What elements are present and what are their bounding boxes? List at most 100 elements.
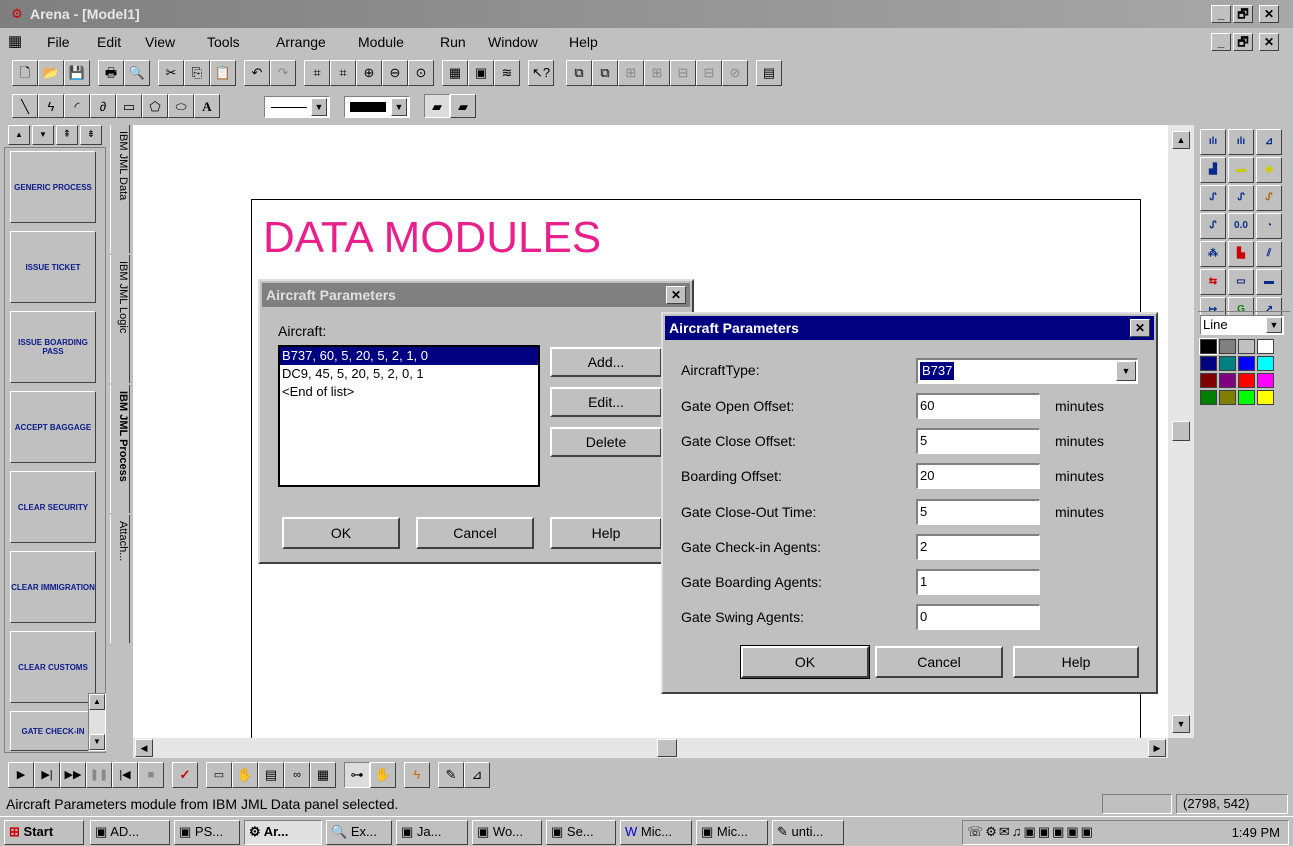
storage-icon[interactable]: ⁂ <box>1200 241 1226 267</box>
taskbar-item[interactable]: 🔍 Ex... <box>326 820 392 845</box>
color-swatch-yellow[interactable] <box>1257 390 1274 405</box>
menu-arrange[interactable]: Arrange <box>276 34 326 50</box>
list-item-selected[interactable]: B737, 60, 5, 20, 5, 2, 1, 0 <box>280 347 538 365</box>
bezier-tool-icon[interactable]: ∂ <box>90 94 116 118</box>
menu-module[interactable]: Module <box>358 34 404 50</box>
ungroup-icon[interactable]: ⊞ <box>644 60 670 86</box>
send-back-icon[interactable]: ⧉ <box>592 60 618 86</box>
chevron-down-icon[interactable]: ▼ <box>391 98 407 116</box>
ellipse-tool-icon[interactable]: ⬭ <box>168 94 194 118</box>
taskbar-item[interactable]: ▣ Se... <box>546 820 616 845</box>
gate-swing-agents-field[interactable]: 0 <box>916 604 1040 630</box>
watch-icon[interactable]: ▤ <box>258 762 284 788</box>
doc-minimize-button[interactable]: _ <box>1211 33 1231 51</box>
taskbar-item[interactable]: ▣ Wo... <box>472 820 542 845</box>
module-clear-customs[interactable]: CLEAR CUSTOMS <box>10 631 96 703</box>
taskbar-item[interactable]: ▣ Mic... <box>696 820 768 845</box>
minimize-button[interactable]: _ <box>1211 5 1231 23</box>
zoom-area-icon[interactable]: ⌗ <box>330 60 356 86</box>
module-clear-immigration[interactable]: CLEAR IMMIGRATION <box>10 551 96 623</box>
color-swatch-green[interactable] <box>1200 390 1217 405</box>
menu-file[interactable]: File <box>47 34 70 50</box>
check-model-icon[interactable]: ✓ <box>172 762 198 788</box>
line-color-select[interactable]: ▼ <box>344 96 410 118</box>
plot-icon[interactable]: ⊿ <box>1256 129 1282 155</box>
taskbar-item-active[interactable]: ⚙ Ar... <box>244 820 322 845</box>
color-swatch-gray[interactable] <box>1219 339 1236 354</box>
boarding-offset-field[interactable]: 20 <box>916 463 1040 489</box>
color-swatch-olive[interactable] <box>1219 390 1236 405</box>
module-generic-process[interactable]: GENERIC PROCESS <box>10 151 96 223</box>
debug-bar-icon[interactable]: ▦ <box>310 762 336 788</box>
route-icon[interactable]: ⇆ <box>1200 269 1226 295</box>
add-button[interactable]: Add... <box>550 347 662 377</box>
color-swatch-silver[interactable] <box>1238 339 1255 354</box>
layers-icon[interactable]: ≋ <box>494 60 520 86</box>
open-icon[interactable]: 📂 <box>38 60 64 86</box>
panel-scroll-down-button[interactable]: ▼ <box>32 125 54 145</box>
aircraft-listbox[interactable]: B737, 60, 5, 20, 5, 2, 1, 0 DC9, 45, 5, … <box>278 345 540 487</box>
polyline-tool-icon[interactable]: ϟ <box>38 94 64 118</box>
color-swatch-black[interactable] <box>1199 338 1218 355</box>
color-swatch-magenta[interactable] <box>1257 373 1274 388</box>
break-icon[interactable]: ✋ <box>232 762 258 788</box>
close-icon[interactable]: ✕ <box>1130 319 1150 337</box>
context-help-icon[interactable]: ↖? <box>528 60 554 86</box>
chevron-down-icon[interactable]: ▼ <box>1266 317 1282 333</box>
zoom-out-icon[interactable]: ⊖ <box>382 60 408 86</box>
start-over-icon[interactable]: |◀ <box>112 762 138 788</box>
scroll-left-icon[interactable]: ◀ <box>135 739 153 757</box>
maximize-button[interactable]: 🗗 <box>1233 5 1253 23</box>
chevron-down-icon[interactable]: ▼ <box>1116 361 1136 381</box>
gate-close-out-time-field[interactable]: 5 <box>916 499 1040 525</box>
bar-chart-icon[interactable]: ılı <box>1228 129 1254 155</box>
text-tool-icon[interactable]: A <box>194 94 220 118</box>
chevron-down-icon[interactable]: ▼ <box>311 98 327 116</box>
undo-icon[interactable]: ↶ <box>244 60 270 86</box>
polygon-tool-icon[interactable]: ⬠ <box>142 94 168 118</box>
fast-forward-icon[interactable]: ▶▶ <box>60 762 86 788</box>
go-icon[interactable]: ▶ <box>8 762 34 788</box>
color-swatch-purple[interactable] <box>1219 373 1236 388</box>
module-accept-baggage[interactable]: ACCEPT BAGGAGE <box>10 391 96 463</box>
grid-icon[interactable]: ▦ <box>442 60 468 86</box>
cancel-button[interactable]: Cancel <box>416 517 534 549</box>
module-issue-boarding-pass[interactable]: ISSUE BOARDING PASS <box>10 311 96 383</box>
color-swatch-blue[interactable] <box>1238 356 1255 371</box>
variable-icon[interactable]: 0.0 <box>1228 213 1254 239</box>
redo-icon[interactable]: ↷ <box>270 60 296 86</box>
reports-icon[interactable]: ⊿ <box>464 762 490 788</box>
flip-icon[interactable]: ⊟ <box>670 60 696 86</box>
tray-icons[interactable]: ☏⚙✉♫▣▣▣▣▣ <box>967 824 1095 839</box>
menu-help[interactable]: Help <box>569 34 598 50</box>
copy-icon[interactable]: ⎘ <box>184 60 210 86</box>
zoom-in-icon[interactable]: ⊕ <box>356 60 382 86</box>
color-swatch-cyan[interactable] <box>1257 356 1274 371</box>
panel-scroll-up-button[interactable]: ▲ <box>8 125 30 145</box>
histogram-icon[interactable]: ılı <box>1200 129 1226 155</box>
station-r-icon[interactable]: ᔑ <box>1200 185 1226 211</box>
color-swatch-white[interactable] <box>1257 339 1274 354</box>
taskbar-item[interactable]: W Mic... <box>620 820 692 845</box>
scroll-right-icon[interactable]: ▶ <box>1148 739 1166 757</box>
ok-button[interactable]: OK <box>282 517 400 549</box>
paste-icon[interactable]: 📋 <box>210 60 236 86</box>
queue-icon[interactable]: ▬ <box>1228 157 1254 183</box>
network-icon[interactable]: ⫽ <box>1256 241 1282 267</box>
station-n-icon[interactable]: ᔑ <box>1200 213 1226 239</box>
station-d-icon[interactable]: ᔑ <box>1256 185 1282 211</box>
segment-icon[interactable]: ▙ <box>1228 241 1254 267</box>
help-button[interactable]: Help <box>550 517 662 549</box>
scroll-down-icon[interactable]: ▼ <box>89 734 105 750</box>
cut-icon[interactable]: ✂ <box>158 60 184 86</box>
aircraft-type-select[interactable]: B737 ▼ <box>916 358 1138 384</box>
arc-tool-icon[interactable]: ◜ <box>64 94 90 118</box>
taskbar-item[interactable]: ▣ Ja... <box>396 820 468 845</box>
scroll-up-icon[interactable]: ▲ <box>1172 131 1190 149</box>
list-item[interactable]: DC9, 45, 5, 20, 5, 2, 0, 1 <box>280 365 538 383</box>
scroll-thumb[interactable] <box>657 739 677 757</box>
tab-ibm-jml-data[interactable]: IBM JML Data <box>110 125 130 253</box>
scroll-down-icon[interactable]: ▼ <box>1172 715 1190 733</box>
rectangle-tool-icon[interactable]: ▭ <box>116 94 142 118</box>
canvas-horizontal-scrollbar[interactable]: ◀ ▶ <box>133 738 1168 758</box>
